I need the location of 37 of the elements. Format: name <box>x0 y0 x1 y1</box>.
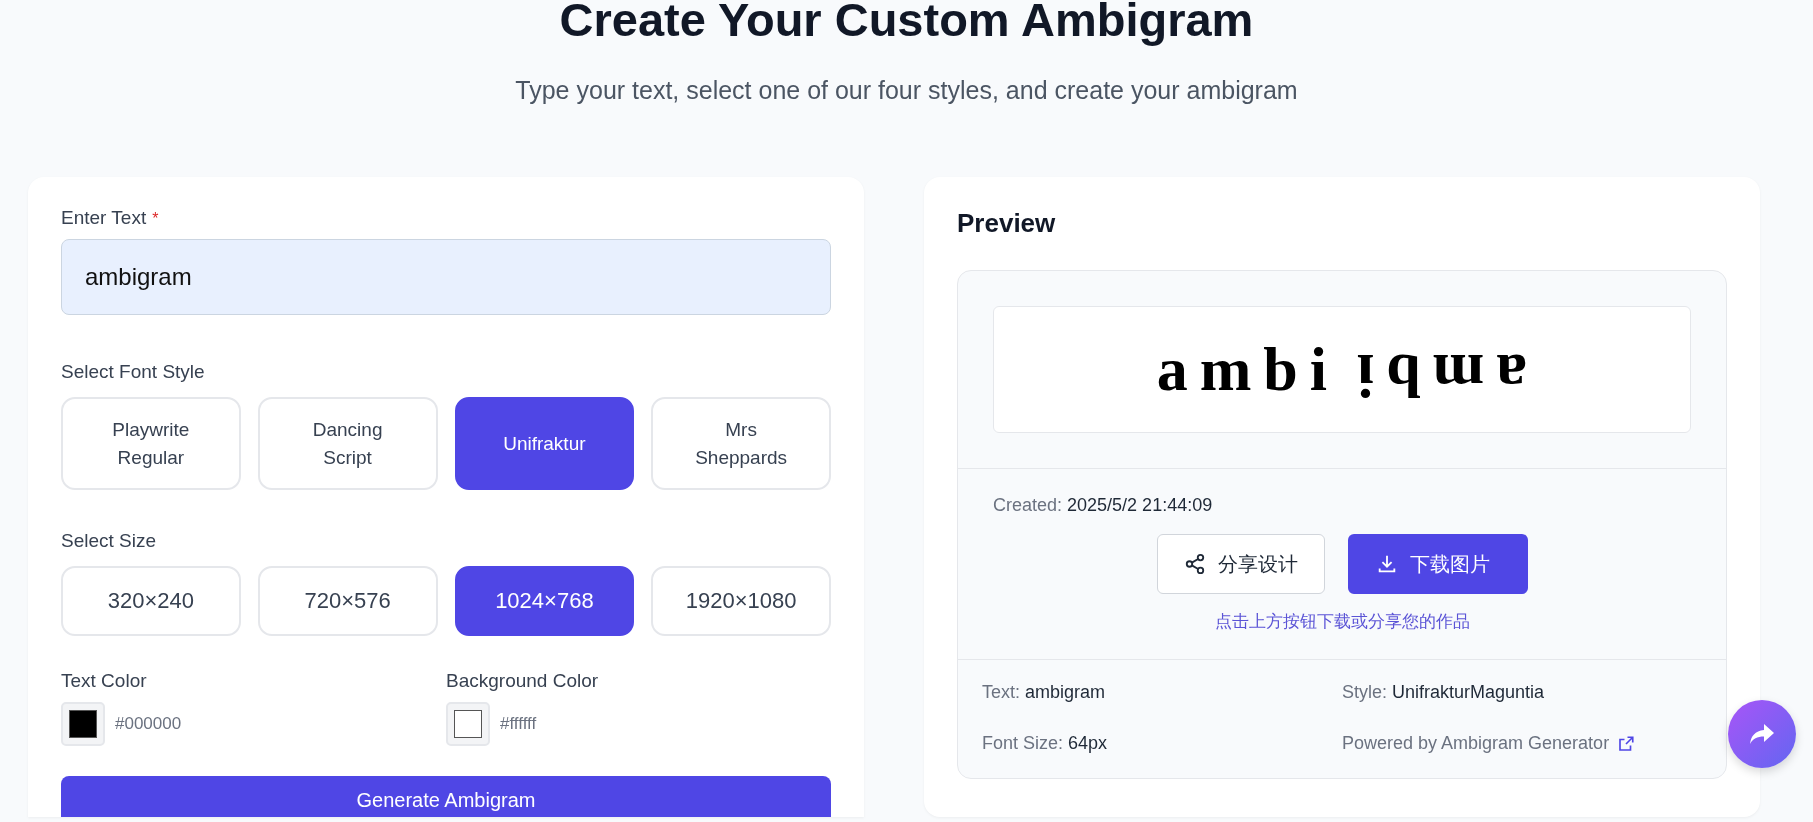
share-fab[interactable] <box>1728 700 1796 768</box>
font-style-option[interactable]: Unifraktur <box>454 397 635 490</box>
font-style-option[interactable]: Mrs Sheppards <box>651 397 831 490</box>
detail-text: Style: UnifrakturMaguntia <box>1342 682 1546 703</box>
size-option[interactable]: 1920×1080 <box>651 566 831 636</box>
share-icon <box>1183 553 1206 575</box>
color-value: #000000 <box>115 714 182 734</box>
size-option[interactable]: 1024×768 <box>454 566 635 636</box>
color-label: Background Color <box>446 670 600 692</box>
share-button[interactable]: 分享设计 <box>1156 534 1325 594</box>
detail-text: Text: ambigram <box>982 682 1107 703</box>
hint-text: 点击上方按钮下载或分享您的作品 <box>1213 611 1471 633</box>
ambigram-text: ambi <box>1156 334 1339 405</box>
font-style-option[interactable]: Playwrite Regular <box>61 397 241 490</box>
section-label: Select Font Style <box>61 361 206 383</box>
detail-text: Font Size: 64px <box>982 733 1109 754</box>
size-option[interactable]: 320×240 <box>61 566 241 636</box>
size-option[interactable]: 720×576 <box>257 566 438 636</box>
preview-title: Preview <box>957 207 1057 239</box>
color-label: Text Color <box>61 670 148 692</box>
field-label: Enter Text <box>61 207 147 229</box>
generate-button[interactable]: Generate Ambigram <box>61 776 831 817</box>
page-title: Create Your Custom Ambigram <box>559 0 1254 48</box>
external-link-icon <box>1617 734 1636 753</box>
color-value: #ffffff <box>500 714 537 734</box>
color-picker[interactable] <box>61 702 105 746</box>
color-picker[interactable] <box>446 702 490 746</box>
share-arrow-icon <box>1748 722 1776 746</box>
created-timestamp: Created: 2025/5/2 21:44:09 <box>993 495 1214 516</box>
ambigram-inverted-text: ambi <box>1345 341 1528 411</box>
text-input[interactable]: ambigram <box>61 239 831 315</box>
download-button[interactable]: 下载图片 <box>1347 534 1528 594</box>
powered-by-link[interactable]: Powered by Ambigram Generator <box>1342 733 1702 754</box>
page-subtitle: Type your text, select one of our four styles, and create your ambigram <box>515 76 1298 105</box>
font-style-option[interactable]: Dancing Script <box>257 397 438 490</box>
required-mark: * <box>152 210 159 228</box>
section-label: Select Size <box>61 530 158 552</box>
